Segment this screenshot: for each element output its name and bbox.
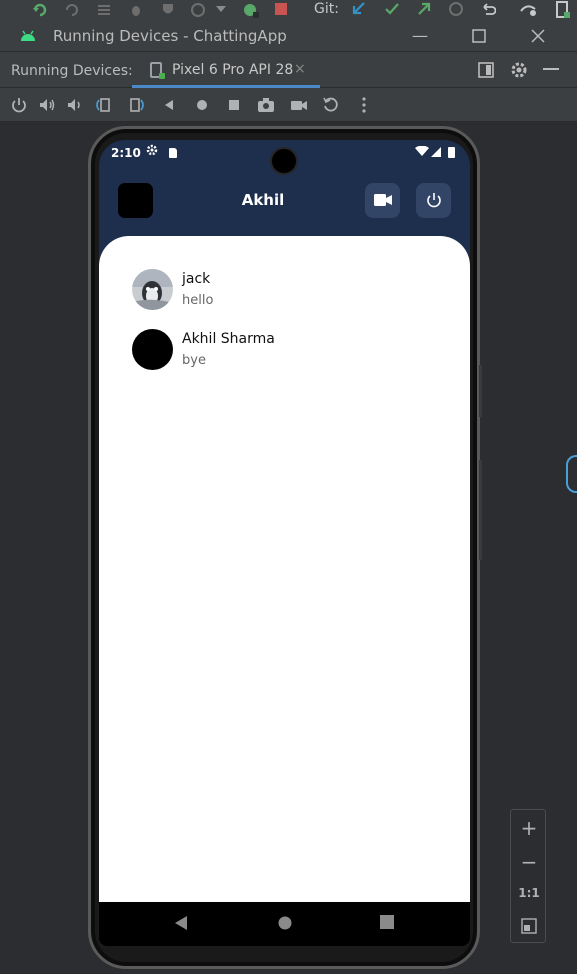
volume-up-icon[interactable]	[38, 96, 56, 114]
device-manager-icon[interactable]	[519, 1, 539, 17]
video-camera-icon	[374, 194, 392, 206]
overview-icon[interactable]	[225, 96, 243, 114]
ide-main-toolbar: Git:	[0, 0, 577, 20]
rollback-icon[interactable]	[480, 1, 496, 17]
phone-volume-button	[479, 365, 482, 417]
chat-item-jack[interactable]: jack hello	[132, 269, 432, 311]
git-update-icon[interactable]	[351, 1, 367, 17]
profile-icon[interactable]	[190, 2, 206, 18]
phone-screen: 2:10 Akhil jack hello Akhil Sharma bye	[99, 140, 470, 946]
avatar	[132, 269, 173, 310]
git-commit-icon[interactable]	[384, 1, 400, 17]
android-icon	[21, 30, 35, 41]
fit-screen-icon[interactable]	[521, 918, 537, 934]
chat-last-message: hello	[182, 293, 214, 308]
actual-size-button[interactable]: 1:1	[511, 886, 547, 900]
phone-device-icon	[150, 62, 165, 79]
wifi-icon	[415, 146, 429, 156]
sd-card-icon	[169, 148, 177, 158]
status-time: 2:10	[111, 146, 141, 160]
zoom-controls: + − 1:1	[510, 809, 546, 943]
avatar-photo	[132, 269, 173, 310]
logout-button[interactable]	[416, 183, 451, 218]
tool-window-titlebar: Running Devices - ChattingApp —	[0, 20, 577, 52]
gear-icon[interactable]	[510, 61, 528, 79]
avatar	[132, 329, 173, 370]
nav-home-icon[interactable]	[277, 915, 293, 931]
power-icon	[427, 193, 441, 208]
window-title: Running Devices - ChattingApp	[53, 27, 287, 45]
dropdown-icon[interactable]	[216, 6, 226, 14]
apply-changes-icon[interactable]	[242, 1, 260, 19]
layout-icon[interactable]	[478, 62, 494, 78]
nav-back-icon[interactable]	[174, 915, 188, 931]
home-icon[interactable]	[193, 96, 211, 114]
bug-icon[interactable]	[128, 2, 144, 18]
chat-list: jack hello Akhil Sharma bye +	[99, 236, 470, 946]
video-call-button[interactable]	[365, 183, 400, 218]
more-icon[interactable]	[355, 96, 373, 114]
close-button[interactable]	[527, 25, 549, 47]
front-camera	[272, 149, 296, 173]
power-icon[interactable]	[10, 96, 28, 114]
list-icon[interactable]	[96, 2, 112, 18]
chat-last-message: bye	[182, 353, 206, 368]
refresh-icon[interactable]	[64, 2, 80, 18]
maximize-button[interactable]	[468, 25, 490, 47]
stop-icon[interactable]	[274, 2, 288, 16]
device-controls-toolbar	[0, 88, 577, 122]
tab-close-icon[interactable]: ×	[294, 61, 306, 77]
zoom-in-button[interactable]: +	[511, 816, 547, 840]
tab-label: Pixel 6 Pro API 28	[172, 62, 294, 78]
running-devices-label: Running Devices:	[11, 63, 133, 79]
app-bar: Akhil	[99, 174, 470, 234]
video-record-icon[interactable]	[290, 96, 308, 114]
minimize-button[interactable]: —	[409, 25, 431, 47]
tab-pixel-6-pro[interactable]: Pixel 6 Pro API 28 ×	[132, 52, 320, 88]
maximize-icon	[472, 29, 486, 43]
volume-down-icon[interactable]	[66, 96, 84, 114]
battery-icon	[448, 147, 455, 158]
running-devices-tabs: Running Devices: Pixel 6 Pro API 28 ×	[0, 52, 577, 88]
back-icon[interactable]	[160, 96, 178, 114]
git-push-icon[interactable]	[416, 1, 432, 17]
restore-icon[interactable]	[322, 96, 340, 114]
chat-name: jack	[182, 271, 211, 287]
settings-status-icon	[146, 144, 158, 160]
zoom-out-button[interactable]: −	[511, 850, 547, 874]
hide-panel-icon[interactable]	[543, 68, 559, 72]
phone-side-button	[479, 460, 482, 560]
git-label: Git:	[314, 1, 339, 17]
camera-icon[interactable]	[257, 96, 275, 114]
device-mirror-icon[interactable]	[555, 1, 571, 19]
ide-window: { "ide": { "git_label": "Git:", "window_…	[0, 0, 577, 974]
sync-icon[interactable]	[32, 2, 48, 18]
panel-resize-handle[interactable]	[566, 455, 577, 493]
chat-name: Akhil Sharma	[182, 331, 275, 347]
rotate-right-icon[interactable]	[128, 96, 146, 114]
rotate-left-icon[interactable]	[94, 96, 112, 114]
nav-overview-icon[interactable]	[380, 915, 394, 929]
shield-icon[interactable]	[160, 2, 176, 18]
signal-icon	[431, 147, 441, 157]
chat-item-akhil-sharma[interactable]: Akhil Sharma bye	[132, 329, 432, 371]
close-icon	[531, 29, 545, 43]
history-icon[interactable]	[448, 1, 464, 17]
gear-icon	[146, 144, 158, 156]
system-nav-bar	[99, 902, 470, 946]
